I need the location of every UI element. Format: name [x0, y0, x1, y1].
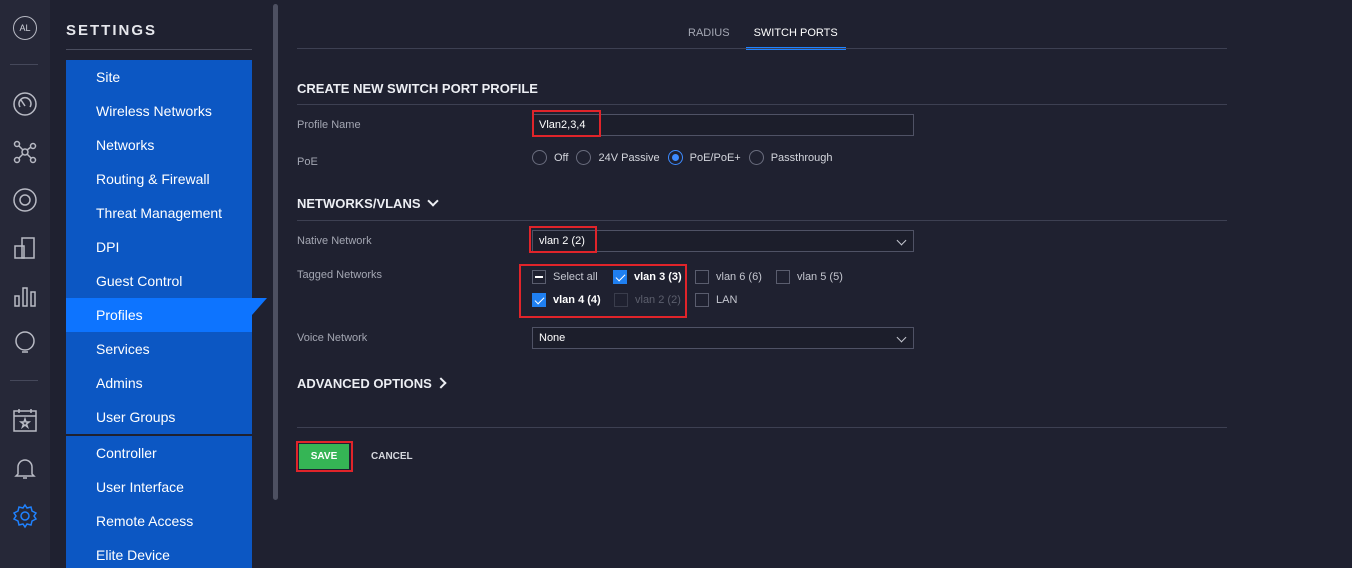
tab-bar: RADIUS SWITCH PORTS — [680, 27, 846, 50]
checkbox-unchecked — [776, 270, 790, 284]
sidebar-item-remote-access[interactable]: Remote Access — [66, 504, 252, 538]
chevron-down-icon — [896, 235, 907, 246]
dashboard-icon[interactable] — [12, 91, 38, 117]
section-title-advanced[interactable]: ADVANCED OPTIONS — [297, 376, 447, 391]
poe-radio-group: Off 24V Passive PoE/PoE+ Passthrough — [532, 150, 840, 165]
divider — [66, 49, 252, 50]
voice-network-select[interactable]: None — [532, 327, 914, 349]
settings-icon[interactable] — [12, 503, 38, 529]
vlan6-checkbox[interactable]: vlan 6 (6) — [695, 270, 762, 284]
menu-group-site: Site Wireless Networks Networks Routing … — [66, 60, 267, 434]
chevron-down-icon — [426, 195, 439, 207]
icon-rail: AL — [0, 0, 50, 568]
poe-passthrough-radio[interactable] — [748, 150, 764, 165]
poe-poe-label: PoE/PoE+ — [689, 151, 741, 164]
lan-checkbox[interactable]: LAN — [695, 293, 737, 307]
save-button[interactable]: SAVE — [299, 444, 349, 469]
native-network-label: Native Network — [297, 235, 372, 247]
divider — [297, 48, 1227, 49]
poe-24v-label: 24V Passive — [598, 151, 660, 164]
poe-poe-radio[interactable] — [667, 150, 683, 165]
highlight-profile-name — [532, 110, 601, 137]
profile-name-label: Profile Name — [297, 119, 361, 131]
poe-off-label: Off — [554, 151, 569, 164]
sidebar-item-admins[interactable]: Admins — [66, 366, 252, 400]
insights-icon[interactable] — [12, 330, 38, 356]
chevron-down-icon — [896, 332, 907, 343]
topology-icon[interactable] — [12, 139, 38, 165]
sidebar-item-networks[interactable]: Networks — [66, 128, 252, 162]
sidebar-item-controller[interactable]: Controller — [66, 436, 252, 470]
divider — [297, 104, 1227, 105]
tab-switch-ports[interactable]: SWITCH PORTS — [745, 27, 846, 50]
sidebar-item-site[interactable]: Site — [66, 60, 252, 94]
avatar[interactable]: AL — [13, 16, 37, 40]
events-icon[interactable] — [12, 407, 38, 433]
vlan5-checkbox[interactable]: vlan 5 (5) — [776, 270, 843, 284]
checkbox-unchecked — [695, 293, 709, 307]
tagged-networks-label: Tagged Networks — [297, 269, 382, 281]
sidebar-item-guest-control[interactable]: Guest Control — [66, 264, 252, 298]
checkbox-unchecked — [695, 270, 709, 284]
vlan5-label: vlan 5 (5) — [797, 271, 843, 283]
advanced-title-text: ADVANCED OPTIONS — [297, 376, 432, 391]
sidebar-item-dpi[interactable]: DPI — [66, 230, 252, 264]
poe-passthrough-label: Passthrough — [770, 151, 833, 164]
section-title-create-profile: CREATE NEW SWITCH PORT PROFILE — [297, 81, 538, 96]
rail-divider — [10, 380, 38, 381]
sidebar-item-elite-device[interactable]: Elite Device — [66, 538, 252, 568]
rail-divider — [10, 64, 38, 65]
sidebar-item-services[interactable]: Services — [66, 332, 252, 366]
devices-icon[interactable] — [12, 187, 38, 213]
menu-group-controller: Controller User Interface Remote Access … — [66, 436, 252, 568]
highlight-tagged-networks — [519, 264, 687, 318]
poe-label: PoE — [297, 156, 318, 168]
section-title-networks[interactable]: NETWORKS/VLANS — [297, 195, 439, 211]
poe-off-radio[interactable] — [532, 150, 547, 165]
sidebar-item-user-groups[interactable]: User Groups — [66, 400, 252, 434]
divider — [297, 220, 1227, 221]
sidebar-item-routing-firewall[interactable]: Routing & Firewall — [66, 162, 252, 196]
settings-title: SETTINGS — [66, 22, 158, 39]
sidebar-item-threat-management[interactable]: Threat Management — [66, 196, 252, 230]
statistics-icon[interactable] — [12, 283, 38, 309]
poe-24v-radio[interactable] — [576, 150, 592, 165]
voice-network-value: None — [539, 332, 566, 344]
sidebar-item-profiles[interactable]: Profiles — [66, 298, 267, 332]
alerts-icon[interactable] — [12, 455, 38, 481]
tab-radius[interactable]: RADIUS — [680, 27, 738, 50]
networks-title-text: NETWORKS/VLANS — [297, 196, 421, 211]
sidebar-item-user-interface[interactable]: User Interface — [66, 470, 252, 504]
voice-network-label: Voice Network — [297, 332, 368, 344]
chevron-right-icon — [435, 377, 447, 389]
sidebar-item-wireless-networks[interactable]: Wireless Networks — [66, 94, 252, 128]
highlight-native-network — [529, 226, 597, 253]
sidebar-scrollbar[interactable] — [273, 4, 278, 500]
lan-label: LAN — [716, 294, 738, 306]
clients-icon[interactable] — [12, 235, 38, 261]
divider — [297, 427, 1227, 428]
cancel-button[interactable]: CANCEL — [371, 451, 413, 462]
settings-menu: Site Wireless Networks Networks Routing … — [66, 60, 267, 568]
vlan6-label: vlan 6 (6) — [716, 271, 762, 283]
